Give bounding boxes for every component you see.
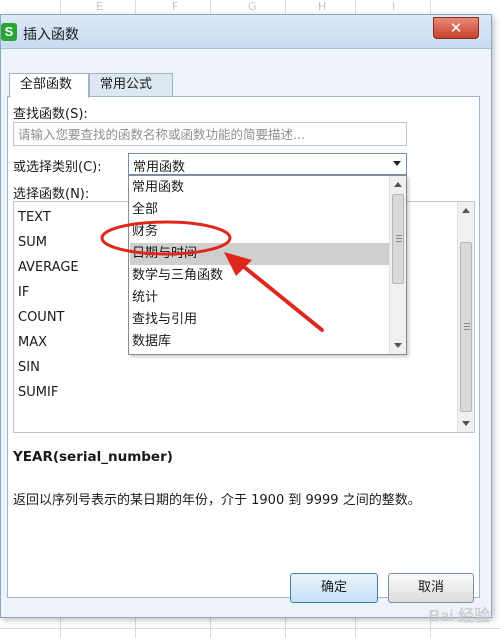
function-item[interactable]: SUMIF — [18, 385, 58, 400]
category-selected-value: 常用函数 — [133, 160, 186, 175]
dropdown-option[interactable]: 数学与三角函数 — [130, 265, 389, 287]
scroll-thumb[interactable] — [460, 242, 472, 412]
scroll-down-icon[interactable] — [462, 421, 470, 426]
function-item[interactable]: IF — [18, 285, 29, 300]
function-item[interactable]: COUNT — [18, 310, 65, 325]
dropdown-option[interactable]: 查找与引用 — [130, 309, 389, 331]
function-description: 返回以序列号表示的某日期的年份，介于 1900 到 9999 之间的整数。 — [13, 493, 421, 508]
function-signature: YEAR(serial_number) — [13, 449, 173, 465]
watermark-logo: Bai 经验 — [428, 608, 490, 625]
tab-all-functions[interactable]: 全部函数 — [9, 73, 89, 98]
dialog-titlebar[interactable]: S 插入函数 ✕ — [1, 15, 491, 49]
dropdown-option-highlighted[interactable]: 日期与时间 — [130, 243, 389, 265]
insert-function-dialog: S 插入函数 ✕ 全部函数 常用公式 查找函数(S): 或选择类别(C): 常用… — [0, 14, 492, 618]
ok-button[interactable]: 确定 — [290, 573, 378, 603]
search-input[interactable] — [13, 122, 407, 146]
dropdown-scrollbar[interactable] — [389, 176, 406, 354]
column-header: I — [392, 0, 396, 13]
dropdown-option[interactable]: 常用函数 — [130, 177, 389, 199]
scroll-thumb[interactable] — [392, 194, 404, 284]
dropdown-option[interactable]: 财务 — [130, 221, 389, 243]
function-item[interactable]: TEXT — [18, 210, 51, 225]
category-dropdown[interactable]: 常用函数 全部 财务 日期与时间 数学与三角函数 统计 查找与引用 数据库 — [128, 175, 407, 355]
dropdown-option[interactable]: 数据库 — [130, 331, 389, 353]
function-list-scrollbar[interactable] — [457, 202, 474, 432]
close-button[interactable]: ✕ — [433, 17, 479, 39]
tab-common-formulas[interactable]: 常用公式 — [89, 73, 173, 97]
column-header: E — [96, 0, 103, 13]
scroll-up-icon[interactable] — [394, 182, 402, 187]
dialog-body: 全部函数 常用公式 查找函数(S): 或选择类别(C): 常用函数 选择函数(N… — [1, 49, 491, 617]
category-select[interactable]: 常用函数 — [128, 153, 407, 175]
scroll-up-icon[interactable] — [462, 208, 470, 213]
function-list-label: 选择函数(N): — [13, 187, 90, 202]
dialog-title: 插入函数 — [23, 27, 79, 43]
function-item[interactable]: MAX — [18, 335, 47, 350]
dropdown-option[interactable]: 全部 — [130, 199, 389, 221]
column-header: H — [318, 0, 327, 13]
search-label: 查找函数(S): — [13, 107, 88, 122]
category-label: 或选择类别(C): — [13, 160, 102, 175]
column-header: G — [248, 0, 257, 13]
function-item[interactable]: SUM — [18, 235, 47, 250]
scroll-down-icon[interactable] — [394, 343, 402, 348]
cancel-button[interactable]: 取消 — [388, 573, 474, 603]
function-item[interactable]: SIN — [18, 360, 40, 375]
function-item[interactable]: AVERAGE — [18, 260, 79, 275]
column-header: F — [172, 0, 179, 13]
chevron-down-icon[interactable] — [393, 161, 401, 166]
dropdown-option[interactable]: 统计 — [130, 287, 389, 309]
app-logo-icon: S — [1, 23, 17, 41]
